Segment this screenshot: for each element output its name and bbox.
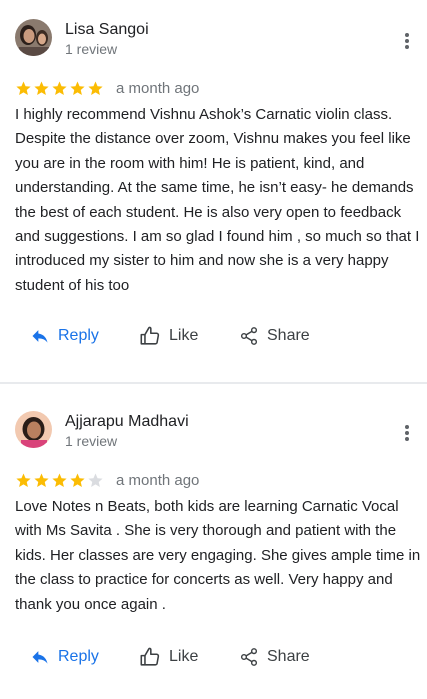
profile-photo-icon	[15, 411, 52, 448]
reply-label: Reply	[58, 327, 99, 344]
review-text: Love Notes n Beats, both kids are learni…	[15, 498, 421, 613]
share-label: Share	[267, 327, 310, 344]
like-label: Like	[169, 327, 199, 344]
reviewer-name[interactable]: Ajjarapu Madhavi	[65, 413, 189, 431]
share-icon	[240, 648, 258, 666]
share-icon	[240, 327, 258, 345]
star-icon	[16, 473, 31, 487]
reviewer-avatar[interactable]	[15, 19, 52, 56]
thumb-up-icon	[140, 647, 160, 666]
review-card: Lisa Sangoi 1 review a month ago I highl…	[0, 0, 427, 383]
star-icon	[70, 81, 85, 95]
reviewer-review-count: 1 review	[65, 433, 118, 449]
star-icon	[34, 81, 49, 95]
reviewer-avatar[interactable]	[15, 411, 52, 448]
reply-arrow-icon	[32, 330, 48, 343]
review-date: a month ago	[116, 79, 200, 97]
star-rating	[15, 80, 104, 97]
star-icon	[52, 81, 67, 95]
rating-row: a month ago	[15, 78, 199, 98]
star-rating	[15, 472, 104, 489]
more-vert-icon	[405, 33, 409, 49]
share-button[interactable]: Share	[239, 642, 310, 672]
thumb-up-icon	[140, 326, 160, 345]
reply-label: Reply	[58, 648, 99, 665]
star-icon	[34, 473, 49, 487]
like-button[interactable]: Like	[139, 321, 198, 351]
reply-button[interactable]: Reply	[30, 321, 99, 351]
more-options-button[interactable]	[396, 422, 418, 444]
share-button[interactable]: Share	[239, 321, 310, 351]
star-icon	[88, 473, 103, 487]
more-options-button[interactable]	[396, 30, 418, 52]
reply-button[interactable]: Reply	[30, 642, 99, 672]
rating-row: a month ago	[15, 470, 199, 490]
review-actions: Reply Like Share	[0, 642, 427, 672]
like-label: Like	[169, 648, 199, 665]
like-button[interactable]: Like	[139, 642, 198, 672]
profile-photo-icon	[15, 19, 52, 56]
reply-arrow-icon	[32, 651, 48, 664]
star-icon	[16, 81, 31, 95]
review-card: Ajjarapu Madhavi 1 review a month ago Lo…	[0, 384, 427, 699]
share-label: Share	[267, 648, 310, 665]
star-icon	[52, 473, 67, 487]
star-icon	[70, 473, 85, 487]
reviewer-review-count: 1 review	[65, 41, 118, 57]
review-actions: Reply Like Share	[0, 321, 427, 351]
review-text: I highly recommend Vishnu Ashok’s Carnat…	[15, 106, 420, 294]
reviewer-name[interactable]: Lisa Sangoi	[65, 21, 149, 39]
star-icon	[88, 81, 103, 95]
more-vert-icon	[405, 425, 409, 441]
review-date: a month ago	[116, 471, 200, 489]
